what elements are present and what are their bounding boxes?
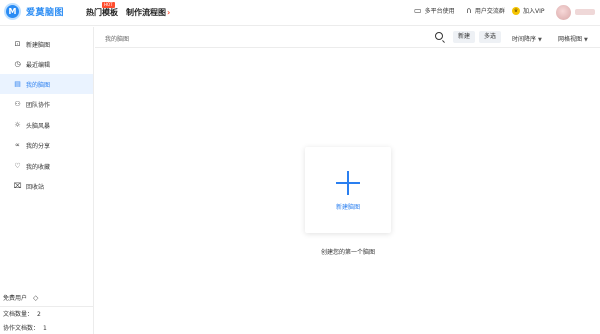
heart-icon: ♡ bbox=[14, 162, 21, 170]
sidebar-item-brainstorm[interactable]: ☼ 头脑风暴 bbox=[0, 115, 93, 135]
sidebar-item-trash[interactable]: ⌧ 回收站 bbox=[0, 176, 93, 196]
caret-down-icon: ▼ bbox=[584, 37, 588, 43]
multi-platform-label: 多平台使用 bbox=[424, 8, 455, 15]
lightbulb-icon: ☼ bbox=[14, 121, 21, 129]
user-group-label: 用户交流群 bbox=[474, 8, 505, 15]
collab-count-value: 1 bbox=[43, 325, 47, 332]
doc-count: 文档数量： 2 bbox=[3, 309, 41, 318]
free-user-status[interactable]: 免费用户 ◇ bbox=[3, 293, 38, 302]
logo-icon: M bbox=[4, 3, 21, 20]
sidebar-item-new-mindmap[interactable]: ⊡ 新建脑图 bbox=[0, 34, 93, 54]
collab-count-label: 协作文档数： bbox=[3, 325, 40, 332]
team-icon: ⚇ bbox=[14, 100, 21, 108]
new-button[interactable]: 新建 bbox=[453, 31, 476, 43]
new-mindmap-card-label: 新建脑图 bbox=[335, 204, 360, 211]
sidebar-item-label: 头脑风暴 bbox=[26, 122, 51, 130]
plus-icon-bar bbox=[336, 182, 360, 184]
sidebar-item-label: 新建脑图 bbox=[26, 41, 51, 49]
search-icon[interactable] bbox=[435, 32, 443, 40]
breadcrumb: 我的脑图 bbox=[105, 36, 130, 43]
sidebar-item-share[interactable]: ∝ 我的分享 bbox=[0, 135, 93, 155]
doc-count-label: 文档数量： bbox=[3, 311, 34, 318]
sidebar-item-label: 最近编辑 bbox=[26, 61, 51, 69]
content-toolbar: 我的脑图 新建 多选 时间降序 ▼ 网格视图 ▼ bbox=[95, 27, 600, 48]
share-icon: ∝ bbox=[14, 141, 20, 149]
join-vip-label: 加入VIP bbox=[523, 8, 545, 15]
sidebar-item-recent[interactable]: ◷ 最近编辑 bbox=[0, 54, 93, 74]
multi-platform-link[interactable]: ▭ 多平台使用 bbox=[414, 6, 455, 15]
empty-state-hint: 创建您的第一个脑图 bbox=[320, 249, 375, 256]
user-group-link[interactable]: ∩ 用户交流群 bbox=[466, 6, 505, 15]
new-mindmap-icon: ⊡ bbox=[14, 40, 21, 48]
nav-flowchart[interactable]: 制作流程图› bbox=[126, 7, 170, 18]
multi-select-button[interactable]: 多选 bbox=[479, 31, 502, 43]
sidebar-item-label: 我的分享 bbox=[26, 142, 51, 150]
nav-flowchart-label: 制作流程图 bbox=[126, 8, 166, 17]
join-vip-link[interactable]: ♛ 加入VIP bbox=[512, 6, 545, 15]
nav-hot-templates[interactable]: 热门模板 bbox=[86, 7, 118, 18]
free-user-label: 免费用户 bbox=[3, 295, 28, 302]
sidebar-item-label: 我的脑图 bbox=[26, 81, 51, 89]
headset-icon: ∩ bbox=[466, 6, 472, 15]
sidebar: ⊡ 新建脑图 ◷ 最近编辑 ▤ 我的脑图 ⚇ 团队协作 ☼ 头脑风暴 ∝ 我的分… bbox=[0, 27, 94, 334]
sidebar-item-team[interactable]: ⚇ 团队协作 bbox=[0, 94, 93, 114]
sort-dropdown-label: 时间降序 bbox=[512, 36, 537, 43]
sidebar-item-label: 我的收藏 bbox=[26, 163, 51, 171]
sidebar-item-favorites[interactable]: ♡ 我的收藏 bbox=[0, 156, 93, 176]
sidebar-item-my-mindmaps[interactable]: ▤ 我的脑图 bbox=[0, 74, 93, 94]
view-dropdown-label: 网格视图 bbox=[558, 36, 583, 43]
top-bar: M 爱莫脑图 热门模板 HOT 制作流程图› ▭ 多平台使用 ∩ 用户交流群 ♛… bbox=[0, 0, 600, 26]
diamond-icon: ◇ bbox=[33, 294, 39, 302]
username-redacted[interactable] bbox=[575, 9, 595, 15]
new-mindmap-card[interactable]: 新建脑图 bbox=[305, 147, 391, 233]
chevron-right-icon: › bbox=[167, 8, 171, 17]
vip-crown-icon: ♛ bbox=[512, 6, 520, 15]
app-name: 爱莫脑图 bbox=[26, 8, 65, 18]
document-icon: ▤ bbox=[14, 80, 21, 88]
doc-count-value: 2 bbox=[37, 311, 41, 318]
trash-icon: ⌧ bbox=[13, 182, 22, 190]
sidebar-item-label: 回收站 bbox=[26, 183, 45, 191]
caret-down-icon: ▼ bbox=[538, 37, 542, 43]
collab-count: 协作文档数： 1 bbox=[3, 323, 47, 332]
sidebar-divider bbox=[0, 306, 93, 307]
sort-dropdown[interactable]: 时间降序 ▼ bbox=[512, 34, 542, 43]
hot-badge: HOT bbox=[102, 2, 115, 8]
avatar[interactable] bbox=[556, 5, 571, 20]
app-logo[interactable]: M 爱莫脑图 bbox=[4, 3, 64, 20]
view-dropdown[interactable]: 网格视图 ▼ bbox=[558, 34, 588, 43]
monitor-icon: ▭ bbox=[414, 6, 422, 15]
clock-icon: ◷ bbox=[14, 60, 21, 68]
sidebar-item-label: 团队协作 bbox=[26, 101, 51, 109]
